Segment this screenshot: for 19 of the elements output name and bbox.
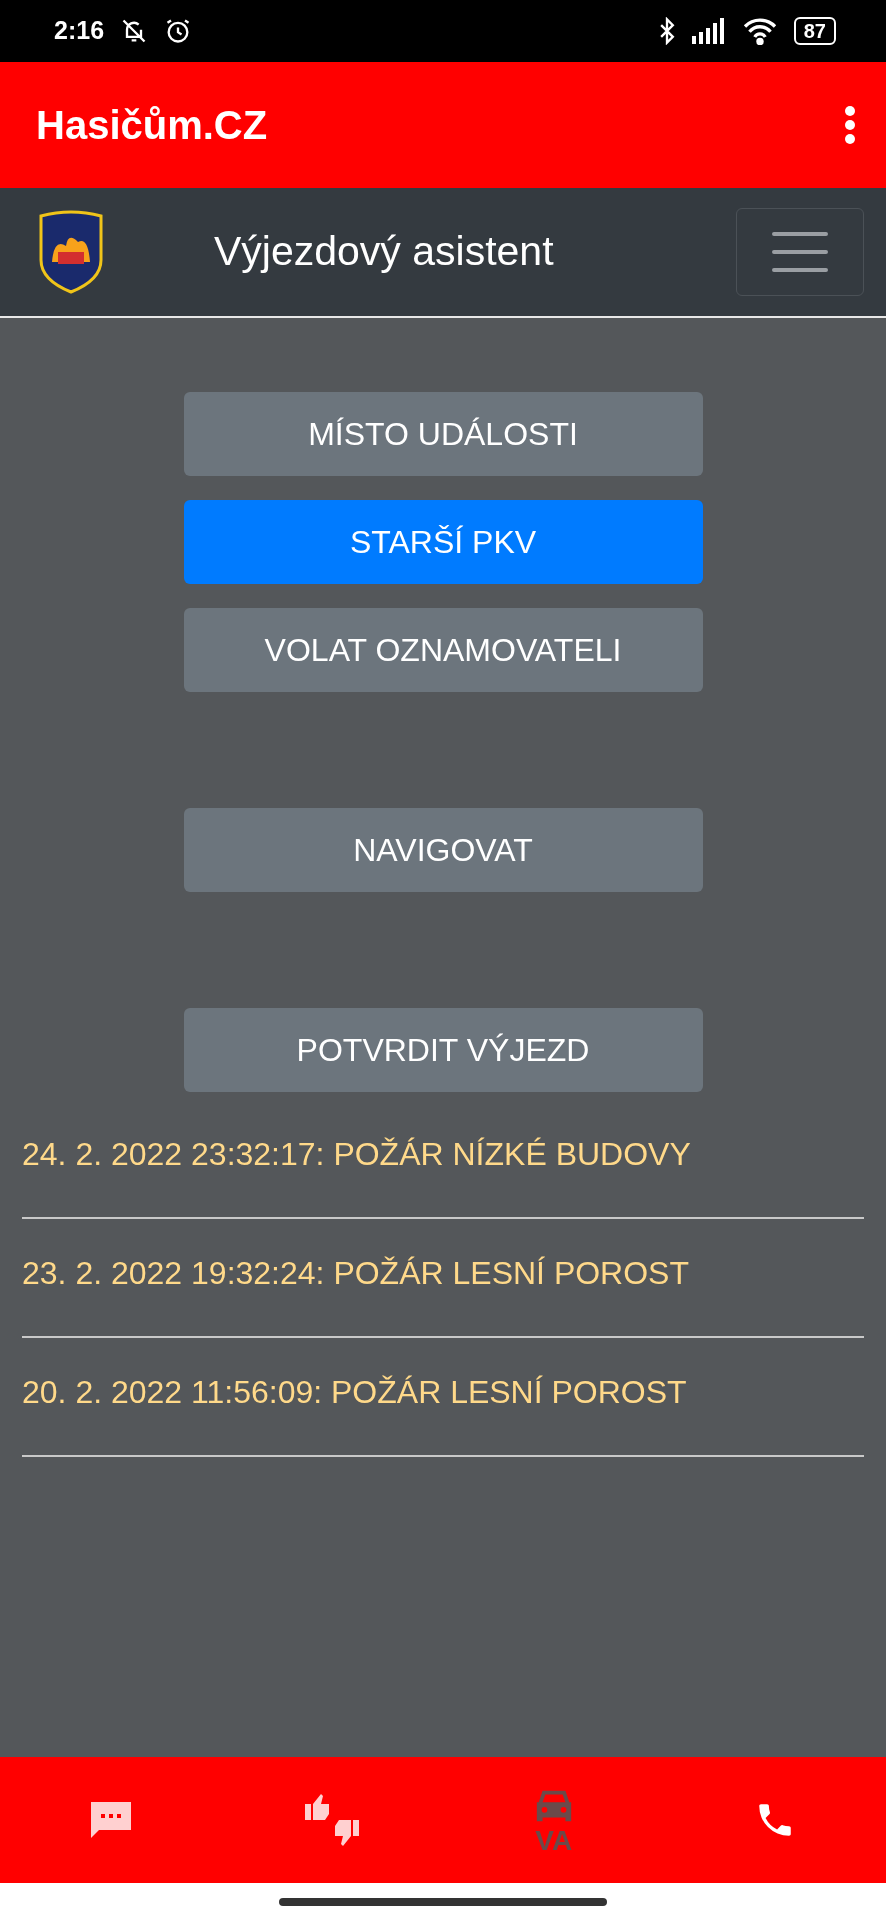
action-button[interactable]: STARŠÍ PKV — [183, 500, 703, 584]
signal-icon — [691, 18, 726, 44]
action-button[interactable]: MÍSTO UDÁLOSTI — [183, 392, 703, 476]
event-item[interactable]: 23. 2. 2022 19:32:24: POŽÁR LESNÍ POROST — [22, 1219, 864, 1338]
action-button[interactable]: NAVIGOVAT — [183, 808, 703, 892]
thumbs-up-down-icon — [303, 1792, 362, 1848]
more-options-icon[interactable] — [844, 106, 856, 144]
wifi-icon — [741, 17, 778, 45]
menu-button[interactable] — [736, 208, 864, 296]
action-button[interactable]: VOLAT OZNAMOVATELI — [183, 608, 703, 692]
event-item[interactable]: 24. 2. 2022 23:32:17: POŽÁR NÍZKÉ BUDOVY — [22, 1100, 864, 1219]
app-title: Hasičům.CZ — [36, 102, 268, 149]
event-item[interactable]: 20. 2. 2022 11:56:09: POŽÁR LESNÍ POROST — [22, 1338, 864, 1457]
page-title: Výjezdový asistent — [214, 227, 554, 277]
menu-icon — [772, 232, 828, 272]
battery-indicator: 87 — [793, 17, 836, 45]
clock: 2:16 — [54, 15, 105, 47]
home-indicator[interactable] — [279, 1897, 607, 1906]
action-button[interactable]: POTVRDIT VÝJEZD — [183, 1008, 703, 1092]
